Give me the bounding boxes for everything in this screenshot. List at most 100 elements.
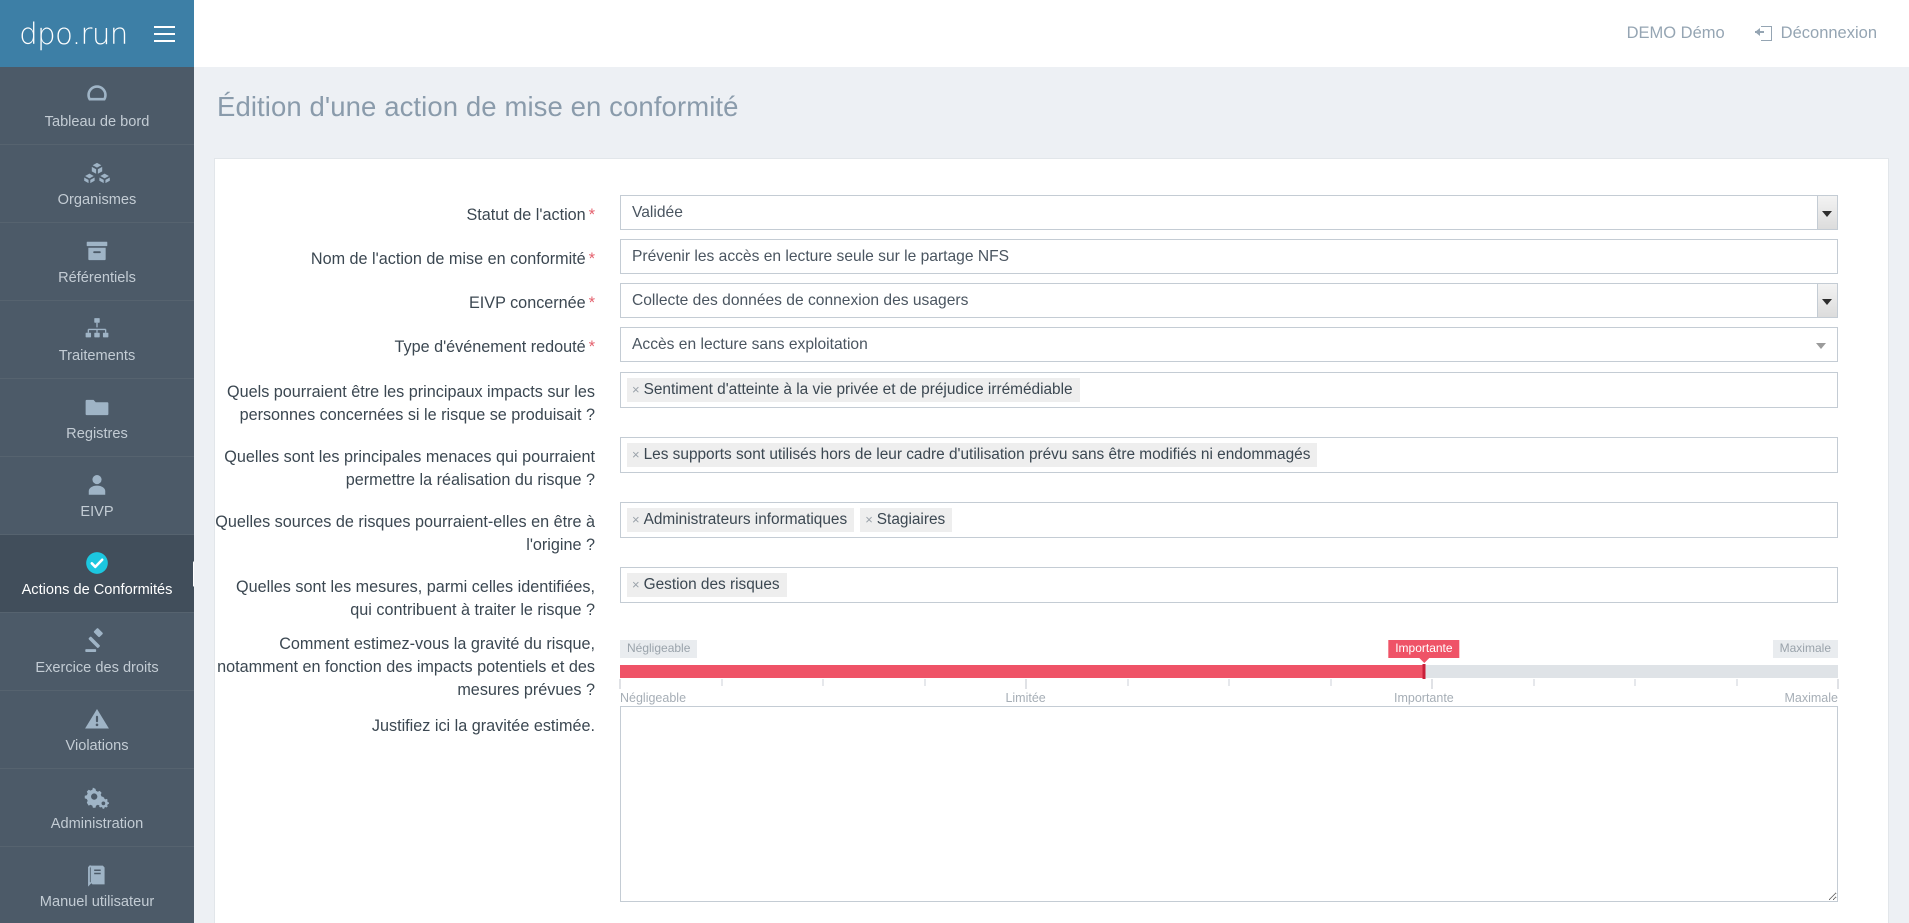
select-eivp[interactable]: Collecte des données de connexion des us… [620,283,1838,318]
tagbox-menaces[interactable]: × Les supports sont utilisés hors de leur… [620,437,1838,474]
sidebar-item-violations[interactable]: Violations [0,691,194,769]
slider-handle[interactable] [1422,664,1426,679]
slider-scale-label: Importante [1393,691,1454,705]
slider-tick [1431,679,1433,689]
sidebar-item-label: Référentiels [58,269,136,286]
remove-tag-icon[interactable]: × [632,512,640,528]
sidebar-item-r-f-rentiels[interactable]: Référentiels [0,223,194,301]
slider-tick [924,679,925,686]
form-row-eivp: EIVP concernée * Collecte des données de … [215,283,1888,318]
sitemap-icon [83,316,111,342]
form-row-justification: Justifiez ici la gravitée estimée. [215,706,1888,907]
chevron-down-icon [1816,342,1826,349]
remove-tag-icon[interactable]: × [632,382,640,398]
select-statut[interactable]: Validée [620,195,1838,230]
slider-scale-label: Limitée [1005,691,1046,705]
tagbox-sources[interactable]: × Administrateurs informatiques × Stagiaire… [620,502,1838,539]
warning-triangle-icon [83,706,111,732]
label-evenement: Type d'événement redouté * [394,338,596,356]
logout-button[interactable]: Déconnexion [1754,24,1877,43]
required-mark: * [588,294,595,312]
sidebar-item-eivp[interactable]: EIVP [0,457,194,535]
sidebar-item-label: Tableau de bord [44,113,150,130]
sidebar-item-label: Traitements [58,347,136,364]
label-sources: Quelles sources de risques pourraient-el… [215,513,595,554]
required-mark: * [588,206,595,224]
label-mesures: Quelles sont les mesures, parmi celles i… [236,578,595,619]
slider-tick [1533,679,1534,686]
sidebar-item-exercice-des-droits[interactable]: Exercice des droits [0,613,194,691]
sidebar-item-label: Registres [66,425,128,442]
form-row-gravite: Comment estimez-vous la gravité du risqu… [215,624,1888,705]
tagbox-mesures[interactable]: × Gestion des risques [620,567,1838,604]
tag-label: Sentiment d'atteinte à la vie privée et … [643,381,1073,398]
form-row-mesures: Quelles sont les mesures, parmi celles i… [215,567,1888,622]
required-mark: * [588,338,595,356]
folder-icon [83,394,111,420]
form-row-evenement: Type d'événement redouté * Accès en lectu… [215,327,1888,362]
tag-chip[interactable]: × Gestion des risques [627,573,787,598]
slider-track[interactable] [620,664,1838,679]
slider-tick [1330,679,1331,686]
tag-label: Stagiaires [876,511,946,528]
sidebar-item-label: Actions de Conformités [21,581,173,598]
gears-icon [83,784,111,810]
sidebar-item-label: Administration [50,815,144,832]
current-user-label[interactable]: DEMO Démo [1627,24,1725,43]
sidebar-item-label: Exercice des droits [35,659,159,676]
slider-tick [721,679,722,686]
sidebar-item-traitements[interactable]: Traitements [0,301,194,379]
input-nom[interactable]: Prévenir les accès en lecture seule sur … [620,239,1838,274]
sidebar-item-actions-de-conformit-s[interactable]: Actions de Conformités [0,535,194,613]
label-eivp: EIVP concernée * [469,294,595,312]
slider-tick [1228,679,1230,686]
top-bar: dpo.run DEMO Démo Déconnexion [0,0,1909,67]
slider-min-tooltip: Négligeable [620,640,698,659]
sidebar-item-manuel-utilisateur[interactable]: Manuel utilisateur [0,847,194,923]
page-title: Édition d'une action de mise en conformi… [217,91,739,122]
slider-tick [1837,679,1839,689]
cubes-icon [83,160,111,186]
form-row-menaces: Quelles sont les principales menaces qui… [215,437,1888,492]
slider-fill [620,665,1424,678]
sidebar-item-label: Organismes [57,191,137,208]
tag-chip[interactable]: × Les supports sont utilisés hors de leur… [627,443,1318,468]
sidebar-item-label: Violations [65,737,129,754]
tag-chip[interactable]: × Stagiaires [860,508,953,533]
label-nom: Nom de l'action de mise en conformité * [310,250,595,268]
book-icon [83,862,111,888]
textarea-justification[interactable] [620,706,1838,902]
sidebar-item-organismes[interactable]: Organismes [0,145,194,223]
top-bar-right: DEMO Démo Déconnexion [1627,24,1909,43]
tag-label: Les supports sont utilisés hors de leur … [643,446,1311,463]
sidebar-item-registres[interactable]: Registres [0,379,194,457]
remove-tag-icon[interactable]: × [865,512,873,528]
slider-tick [1127,679,1128,686]
slider-tooltips: Négligeable Importante Maximale [620,640,1838,664]
tag-chip[interactable]: × Sentiment d'atteinte à la vie privée et… [627,378,1080,403]
select-evenement[interactable]: Accès en lecture sans exploitation [620,327,1838,362]
slider-scale-labels: Négligeable Limitée Importante Maximale [620,691,1838,707]
main-content: Édition d'une action de mise en conformi… [194,67,1909,923]
slider-tick [1736,679,1737,686]
remove-tag-icon[interactable]: × [632,447,640,463]
logout-label: Déconnexion [1780,24,1877,42]
remove-tag-icon[interactable]: × [632,577,640,593]
gravity-slider[interactable]: Négligeable Importante Maximale Négligea… [619,624,1839,705]
chevron-down-icon [1822,210,1832,217]
tag-chip[interactable]: × Administrateurs informatiques [627,508,855,533]
tagbox-impacts[interactable]: × Sentiment d'atteinte à la vie privée et… [620,372,1838,409]
label-gravite: Comment estimez-vous la gravité du risqu… [217,635,595,699]
hamburger-icon[interactable] [153,25,175,42]
select-evenement-value: Accès en lecture sans exploitation [632,335,868,353]
slider-ticks [619,679,1839,689]
label-menaces: Quelles sont les principales menaces qui… [224,448,595,489]
app-logo: dpo.run [19,16,128,51]
sidebar-item-administration[interactable]: Administration [0,769,194,847]
sidebar-item-tableau-de-bord[interactable]: Tableau de bord [0,67,194,145]
slider-tick [1634,679,1636,686]
archive-box-icon [83,238,111,264]
form-row-impacts: Quels pourraient être les principaux imp… [215,372,1888,427]
form-row-statut: Statut de l'action * Validée [215,195,1888,230]
dashboard-gauge-icon [83,82,111,108]
